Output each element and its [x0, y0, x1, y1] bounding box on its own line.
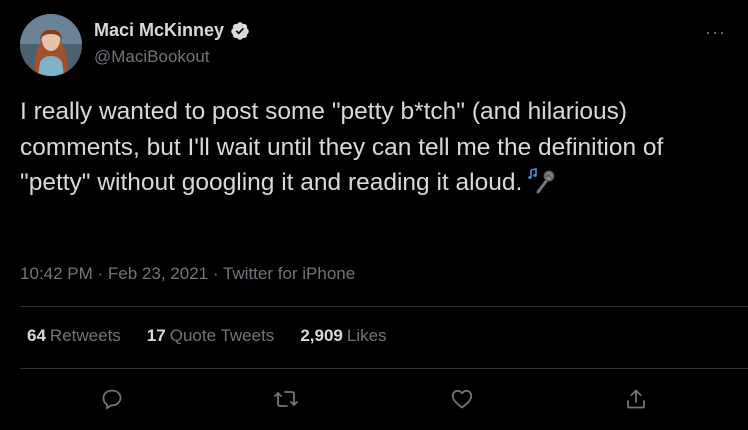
retweet-icon: [274, 391, 298, 407]
tweet-date[interactable]: Feb 23, 2021: [108, 264, 208, 283]
author-handle[interactable]: @MaciBookout: [94, 47, 210, 67]
share-icon: [627, 389, 645, 409]
likes-count: 2,909: [300, 326, 343, 345]
tweet-meta: 10:42 PM · Feb 23, 2021 · Twitter for iP…: [20, 264, 355, 284]
microphone-music-emoji-icon: [528, 166, 556, 194]
verified-badge-icon: [230, 21, 250, 41]
tweet-body: I really wanted to post some "petty b*tc…: [20, 98, 664, 196]
more-options-icon[interactable]: ···: [705, 22, 726, 43]
tweet-card: Maci McKinney @MaciBookout ··· I really …: [0, 0, 748, 430]
quotes-count: 17: [146, 326, 166, 345]
tweet-time[interactable]: 10:42 PM: [20, 264, 93, 283]
engagement-stats: 64 Retweets 17 Quote Tweets 2,909 Likes: [27, 326, 387, 346]
tweet-text: I really wanted to post some "petty b*tc…: [20, 94, 730, 201]
likes-label: Likes: [346, 326, 387, 345]
divider: [20, 306, 748, 307]
meta-separator: ·: [97, 264, 104, 283]
divider: [20, 368, 748, 369]
retweets-count: 64: [27, 326, 46, 345]
retweets-label: Retweets: [49, 326, 121, 345]
quote-tweets-stat[interactable]: 17 Quote Tweets: [147, 326, 275, 346]
reply-icon: [102, 389, 122, 410]
likes-stat[interactable]: 2,909 Likes: [300, 326, 386, 346]
like-button[interactable]: [446, 383, 478, 415]
quotes-label: Quote Tweets: [169, 326, 275, 345]
avatar[interactable]: [20, 14, 82, 76]
display-name[interactable]: Maci McKinney: [94, 20, 224, 41]
heart-icon: [451, 389, 473, 409]
profile-photo-icon: [20, 14, 82, 76]
action-bar: [20, 383, 728, 415]
retweet-button[interactable]: [270, 383, 302, 415]
tweet-source[interactable]: Twitter for iPhone: [223, 264, 355, 283]
reply-button[interactable]: [96, 383, 128, 415]
retweets-stat[interactable]: 64 Retweets: [27, 326, 121, 346]
author-name-row[interactable]: Maci McKinney: [94, 20, 250, 41]
share-button[interactable]: [620, 383, 652, 415]
meta-separator: ·: [212, 264, 219, 283]
